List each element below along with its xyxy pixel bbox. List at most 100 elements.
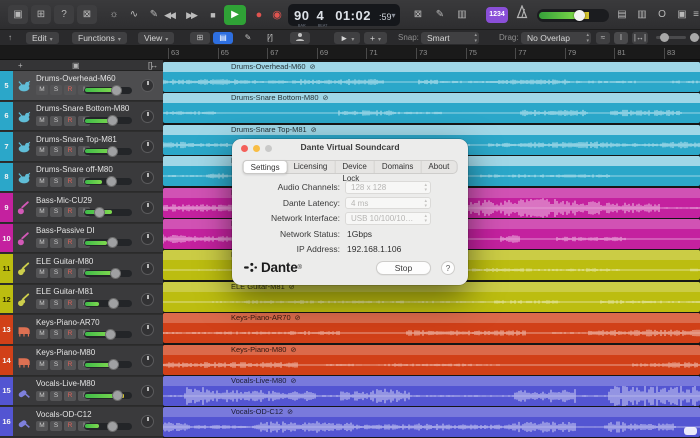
track-s-button[interactable]: S — [50, 85, 62, 95]
track-volume-slider[interactable] — [84, 148, 132, 155]
track-volume-slider[interactable] — [84, 331, 132, 338]
play-button[interactable]: ▶ — [224, 5, 246, 25]
track-name[interactable]: ELE Guitar-M81 — [36, 287, 93, 296]
track-number[interactable]: 14 — [0, 346, 13, 375]
track-name[interactable]: Drums-Overhead-M60 — [36, 74, 116, 83]
region-title[interactable]: Keys-Piano-M80⊘ — [163, 345, 700, 355]
track-r-button[interactable]: R — [64, 299, 76, 309]
track-r-button[interactable]: R — [64, 391, 76, 401]
loop-browser-icon[interactable]: O — [652, 5, 672, 24]
edit-menu[interactable]: Edit▾ — [26, 32, 59, 44]
track-m-button[interactable]: M — [36, 238, 48, 248]
view-menu[interactable]: View▾ — [138, 32, 174, 44]
volume-knob[interactable] — [94, 207, 105, 218]
auto-punch-pencil-icon[interactable]: ✎ — [430, 5, 450, 24]
automation-pencil-icon[interactable]: ✎ — [238, 32, 258, 44]
pan-knob[interactable] — [141, 171, 154, 184]
metronome-icon[interactable] — [512, 5, 532, 24]
network-interface-select[interactable]: USB 10/100/10…▴▾ — [345, 212, 431, 225]
track-m-button[interactable]: M — [36, 329, 48, 339]
track-r-button[interactable]: R — [64, 146, 76, 156]
track-r-button[interactable]: R — [64, 329, 76, 339]
tab-device-lock[interactable]: Device Lock — [335, 161, 374, 173]
browser-icon[interactable]: ▥ — [632, 5, 652, 24]
region-title[interactable]: Drums-Snare Top-M81⊘ — [163, 125, 700, 135]
track-s-button[interactable]: S — [50, 391, 62, 401]
list-view-icon[interactable]: ▤ — [213, 32, 233, 44]
track-m-button[interactable]: M — [36, 207, 48, 217]
back-arrow-icon[interactable]: ↑ — [8, 33, 12, 42]
close-icon[interactable] — [241, 145, 248, 152]
drag-dropdown[interactable]: No Overlap ▴▾ — [521, 32, 591, 44]
snap-dropdown[interactable]: Smart ▴▾ — [421, 32, 479, 44]
pan-knob[interactable] — [141, 354, 154, 367]
track-s-button[interactable]: S — [50, 238, 62, 248]
tab-about[interactable]: About — [421, 161, 456, 173]
volume-knob[interactable] — [107, 115, 118, 126]
track-header[interactable]: 5Drums-Overhead-M60MSRI — [0, 71, 163, 101]
dante-latency-select[interactable]: 4 ms▴▾ — [345, 197, 431, 210]
track-s-button[interactable]: S — [50, 207, 62, 217]
pan-knob[interactable] — [141, 293, 154, 306]
track-number[interactable]: 10 — [0, 224, 13, 253]
tab-domains[interactable]: Domains — [375, 161, 422, 173]
track-volume-slider[interactable] — [84, 392, 132, 399]
track-volume-slider[interactable] — [84, 117, 132, 124]
dim-icon[interactable]: ☼ — [104, 5, 124, 24]
track-name[interactable]: Bass-Mic-CU29 — [36, 196, 92, 205]
track-volume-slider[interactable] — [84, 209, 132, 216]
horizontal-zoom-slider[interactable] — [690, 36, 700, 39]
track-s-button[interactable]: S — [50, 146, 62, 156]
track-volume-slider[interactable] — [84, 87, 132, 94]
pan-knob[interactable] — [141, 385, 154, 398]
collapse-headers-icon[interactable]: [↔] — [148, 60, 152, 71]
volume-knob[interactable] — [111, 85, 122, 96]
track-name[interactable]: Drums-Snare Bottom-M80 — [36, 104, 129, 113]
audio-region[interactable]: Drums-Overhead-M60⊘ — [163, 62, 700, 92]
track-m-button[interactable]: M — [36, 299, 48, 309]
volume-knob[interactable] — [112, 390, 123, 401]
volume-knob[interactable] — [106, 176, 117, 187]
track-header[interactable]: 16Vocals-OD-C12MSRI — [0, 407, 163, 437]
audio-region[interactable]: Keys-Piano-AR70⊘ — [163, 313, 700, 343]
track-header[interactable]: 12ELE Guitar-M81MSRI — [0, 285, 163, 315]
volume-knob[interactable] — [108, 298, 119, 309]
add-track-icon[interactable]: + — [18, 60, 23, 71]
pan-knob[interactable] — [141, 232, 154, 245]
track-header[interactable]: 15Vocals-Live-M80MSRI — [0, 377, 163, 407]
volume-knob[interactable] — [107, 146, 118, 157]
dialog-help-button[interactable]: ? — [441, 261, 455, 275]
volume-knob[interactable] — [107, 421, 118, 432]
track-number[interactable]: 15 — [0, 377, 13, 406]
pan-knob[interactable] — [141, 140, 154, 153]
track-r-button[interactable]: R — [64, 360, 76, 370]
track-header[interactable]: 11ELE Guitar-M80MSRI — [0, 254, 163, 284]
region-title[interactable]: Vocals-Live-M80⊘ — [163, 376, 700, 386]
audio-region[interactable]: Vocals-Live-M80⊘ — [163, 376, 700, 406]
audio-region[interactable]: ELE Guitar-M81⊘ — [163, 282, 700, 312]
lcd-display[interactable]: 90 BAR 4 BEAT 01:02 :59 ▾ — [288, 4, 400, 26]
tab-settings[interactable]: Settings — [243, 160, 288, 174]
track-s-button[interactable]: S — [50, 116, 62, 126]
track-r-button[interactable]: R — [64, 268, 76, 278]
functions-menu[interactable]: Functions▾ — [72, 32, 127, 44]
grid-view-icon[interactable]: ⊞ — [190, 32, 210, 44]
punch-icon[interactable]: ⊠ — [408, 5, 428, 24]
volume-knob[interactable] — [107, 237, 118, 248]
track-name[interactable]: Vocals-Live-M80 — [36, 379, 95, 388]
track-r-button[interactable]: R — [64, 177, 76, 187]
track-volume-slider[interactable] — [84, 239, 132, 246]
track-name[interactable]: ELE Guitar-M80 — [36, 257, 93, 266]
track-name[interactable]: Vocals-OD-C12 — [36, 410, 92, 419]
pan-knob[interactable] — [141, 262, 154, 275]
track-m-button[interactable]: M — [36, 391, 48, 401]
pan-knob[interactable] — [141, 79, 154, 92]
tuner-icon[interactable]: ∿ — [124, 5, 144, 24]
track-r-button[interactable]: R — [64, 85, 76, 95]
bar-ruler[interactable]: 6365676971737577798183 — [0, 46, 700, 60]
track-header[interactable]: 14Keys-Piano-M80MSRI — [0, 346, 163, 376]
vertical-zoom-slider[interactable] — [656, 36, 686, 39]
pan-knob[interactable] — [141, 201, 154, 214]
volume-knob[interactable] — [108, 359, 119, 370]
track-volume-slider[interactable] — [84, 361, 132, 368]
